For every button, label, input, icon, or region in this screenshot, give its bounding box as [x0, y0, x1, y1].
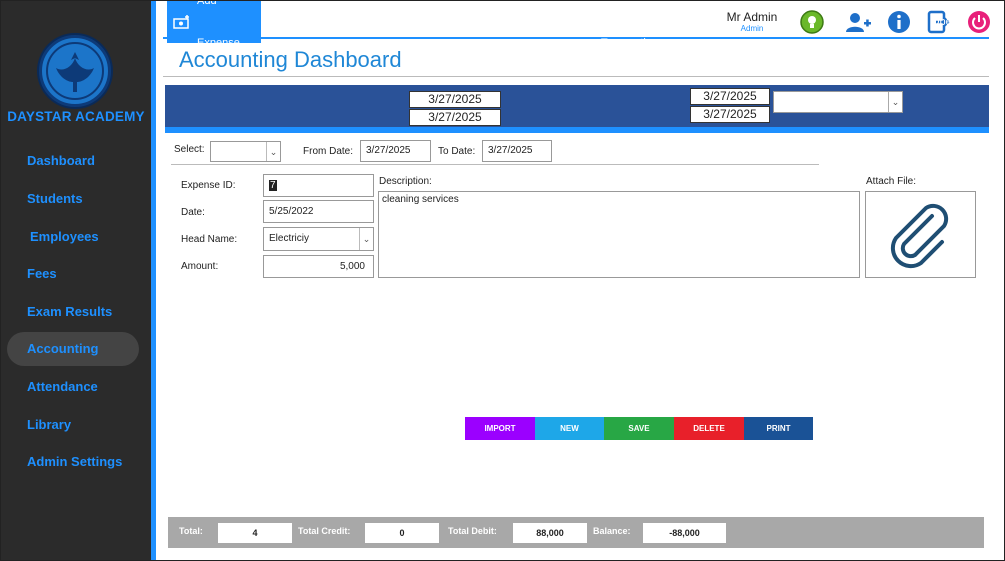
sidebar-item-fees[interactable]: Fees — [7, 257, 139, 291]
to-date-label: To Date: — [438, 146, 476, 157]
delete-button[interactable]: DELETE — [674, 417, 744, 440]
total-credit-value: 0 — [365, 523, 439, 543]
brand-name: DAYSTAR ACADEMY — [7, 109, 145, 124]
list-add-icon — [345, 14, 362, 30]
title-divider — [163, 76, 989, 77]
user-role: Admin — [740, 24, 764, 33]
sidebar-item-admin-settings[interactable]: Admin Settings — [7, 445, 139, 479]
sidebar-item-exam-results[interactable]: Exam Results — [7, 295, 139, 329]
import-button[interactable]: IMPORT — [465, 417, 535, 440]
sidebar-item-dashboard[interactable]: Dashboard — [7, 144, 139, 178]
open-label-2: Open — [931, 16, 958, 28]
document-icon — [911, 13, 925, 31]
sidebar-item-employees[interactable]: Employees — [7, 220, 139, 254]
open-button-1[interactable]: Open — [507, 1, 563, 43]
add-user-icon[interactable] — [845, 10, 871, 34]
list-view-button[interactable]: List View — [263, 1, 337, 43]
filter-select[interactable]: ⌄ — [210, 141, 281, 162]
head-name-select[interactable]: Electriciy ⌄ — [263, 227, 374, 251]
chevron-down-icon: ⌄ — [359, 228, 373, 250]
to-date-field[interactable]: 3/27/2025 — [482, 140, 552, 162]
chevron-down-icon: ⌄ — [888, 92, 902, 112]
total-credit-label: Total Credit: — [298, 526, 351, 536]
phoenix-emblem-icon — [46, 42, 104, 100]
total-debit-value: 88,000 — [513, 523, 587, 543]
total-value: 4 — [218, 523, 292, 543]
add-expense-label: Add Expense — [197, 0, 240, 49]
attach-file-box[interactable] — [865, 191, 976, 278]
head-name-value: Electriciy — [269, 233, 310, 244]
toolbar-date-from-2[interactable]: 3/27/2025 — [690, 88, 770, 105]
add-expense-button[interactable]: Add Expense — [167, 1, 261, 49]
date-field[interactable]: 5/25/2022 — [263, 200, 374, 223]
from-date-label: From Date: — [303, 146, 354, 157]
user-name: Mr Admin — [726, 10, 778, 24]
power-icon[interactable] — [967, 10, 991, 34]
head-name-label: Head Name: — [181, 234, 238, 245]
description-field[interactable]: cleaning services — [378, 191, 860, 278]
from-date-field[interactable]: 3/27/2025 — [360, 140, 431, 162]
toolbar-date-to-1[interactable]: 3/27/2025 — [409, 109, 501, 126]
sidebar-accent-bar — [151, 1, 156, 560]
lightbulb-icon[interactable] — [800, 10, 824, 34]
heads-button[interactable]: Heads — [339, 1, 403, 43]
open-button-2[interactable]: Open — [905, 1, 965, 43]
academy-logo — [39, 35, 111, 107]
description-label: Description: — [379, 176, 432, 187]
list-icon — [269, 14, 285, 30]
toolbar-date-from-1[interactable]: 3/27/2025 — [409, 91, 501, 108]
expense-id-value: 7 — [269, 180, 277, 191]
expense-id-field[interactable]: 7 — [263, 174, 374, 197]
app-window: DAYSTAR ACADEMY Dashboard Students Emplo… — [0, 0, 1005, 561]
date-label: Date: — [181, 207, 205, 218]
paperclip-icon — [890, 203, 949, 269]
sidebar-item-accounting[interactable]: Accounting — [7, 332, 139, 366]
amount-label: Amount: — [181, 261, 219, 272]
save-button[interactable]: SAVE — [604, 417, 674, 440]
select-label: Select: — [174, 144, 205, 155]
sidebar-item-students[interactable]: Students — [7, 182, 139, 216]
toolbar-date-to-2[interactable]: 3/27/2025 — [690, 106, 770, 123]
expense-id-label: Expense ID: — [181, 180, 236, 191]
total-label: Total: — [179, 526, 203, 536]
open-label-1: Open — [533, 16, 560, 28]
total-debit-label: Total Debit: — [448, 526, 497, 536]
attach-file-label: Attach File: — [866, 176, 917, 187]
print-button[interactable]: PRINT — [744, 417, 813, 440]
bank-transaction-button[interactable]: Bank Transaction — [569, 1, 685, 49]
new-button[interactable]: NEW — [535, 417, 604, 440]
toolbar-select[interactable]: ⌄ — [773, 91, 903, 113]
bank-icon — [576, 14, 594, 30]
sidebar-item-attendance[interactable]: Attendance — [7, 370, 139, 404]
document-icon — [513, 13, 527, 31]
filter-divider — [171, 164, 819, 165]
balance-value: -88,000 — [643, 523, 726, 543]
money-icon — [173, 15, 189, 29]
bank-transaction-label: Bank Transaction — [601, 0, 659, 49]
heads-label: Heads — [369, 16, 401, 28]
toolbar-underline — [165, 127, 989, 133]
amount-field[interactable]: 5,000 — [263, 255, 374, 278]
sidebar-item-library[interactable]: Library — [7, 408, 139, 442]
list-view-label: List View — [291, 16, 335, 28]
chevron-down-icon: ⌄ — [266, 142, 280, 161]
balance-label: Balance: — [593, 526, 631, 536]
